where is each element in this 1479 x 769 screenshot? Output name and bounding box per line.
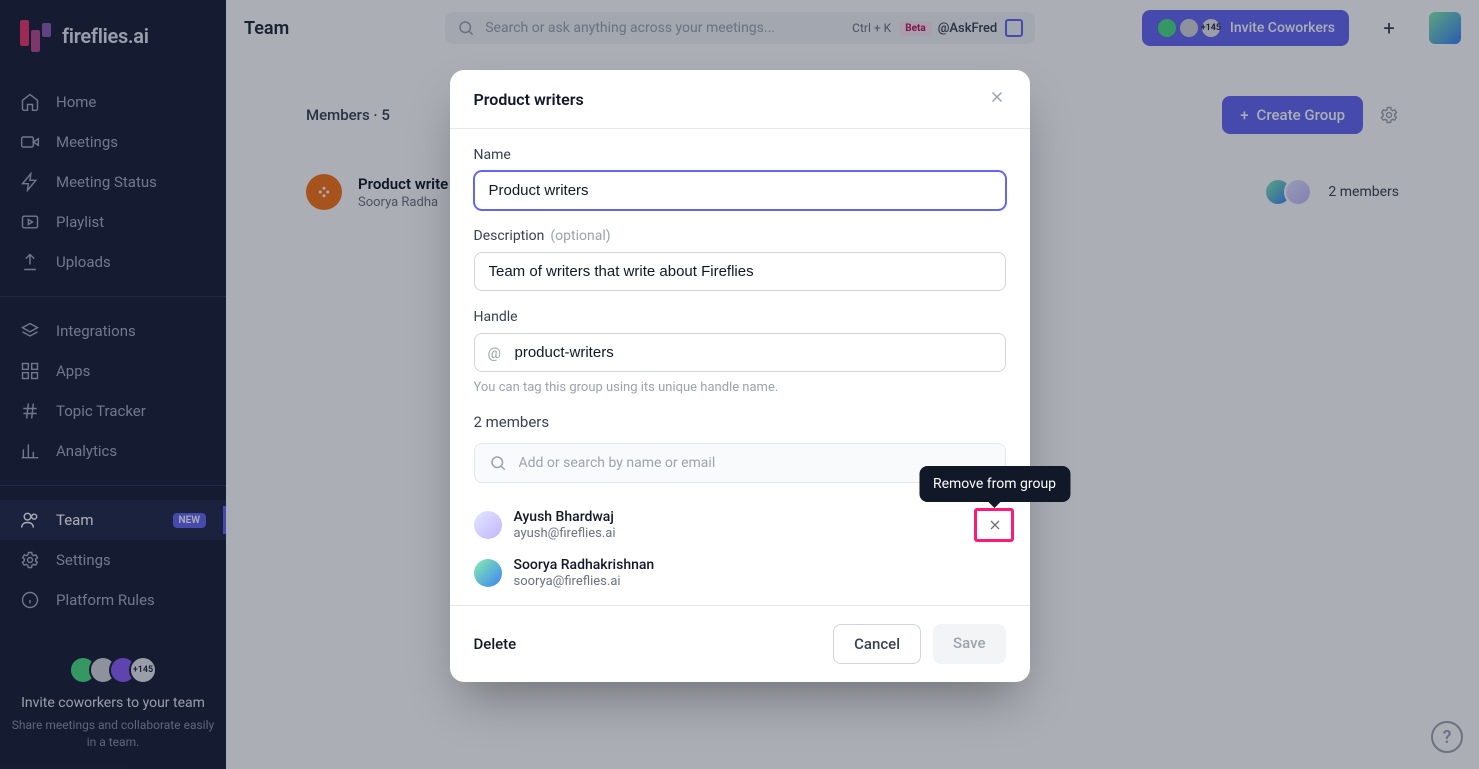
name-label: Name (474, 147, 1006, 163)
modal-title: Product writers (474, 90, 584, 109)
member-name: Ayush Bhardwaj (514, 509, 616, 525)
member-name: Soorya Radhakrishnan (514, 557, 655, 573)
delete-button[interactable]: Delete (474, 635, 517, 653)
desc-label: Description (optional) (474, 228, 1006, 244)
member-email: soorya@fireflies.ai (514, 574, 655, 589)
save-button[interactable]: Save (933, 624, 1005, 664)
modal-footer: Delete Cancel Save (450, 605, 1030, 682)
search-icon (489, 454, 507, 472)
remove-tooltip: Remove from group (919, 466, 1070, 502)
member-row: Ayush Bhardwaj ayush@fireflies.ai Remove… (474, 501, 1006, 549)
members-count: 2 members (474, 413, 1006, 431)
member-avatar (474, 511, 502, 539)
name-input[interactable] (474, 171, 1006, 210)
member-row: Soorya Radhakrishnan soorya@fireflies.ai (474, 549, 1006, 597)
modal-body: Name Description (optional) Handle @ You… (450, 129, 1030, 605)
member-email: ayush@fireflies.ai (514, 526, 616, 541)
member-search-placeholder: Add or search by name or email (519, 455, 716, 471)
handle-input[interactable] (474, 333, 1006, 372)
cancel-button[interactable]: Cancel (833, 624, 921, 664)
description-input[interactable] (474, 252, 1006, 291)
handle-label: Handle (474, 309, 1006, 325)
close-icon[interactable] (988, 88, 1006, 110)
help-button[interactable]: ? (1431, 721, 1463, 753)
member-avatar (474, 559, 502, 587)
edit-group-modal: Product writers Name Description (option… (450, 70, 1030, 682)
at-icon: @ (488, 344, 501, 362)
modal-header: Product writers (450, 70, 1030, 129)
remove-member-button[interactable] (984, 514, 1006, 536)
modal-overlay: Product writers Name Description (option… (0, 0, 1479, 769)
